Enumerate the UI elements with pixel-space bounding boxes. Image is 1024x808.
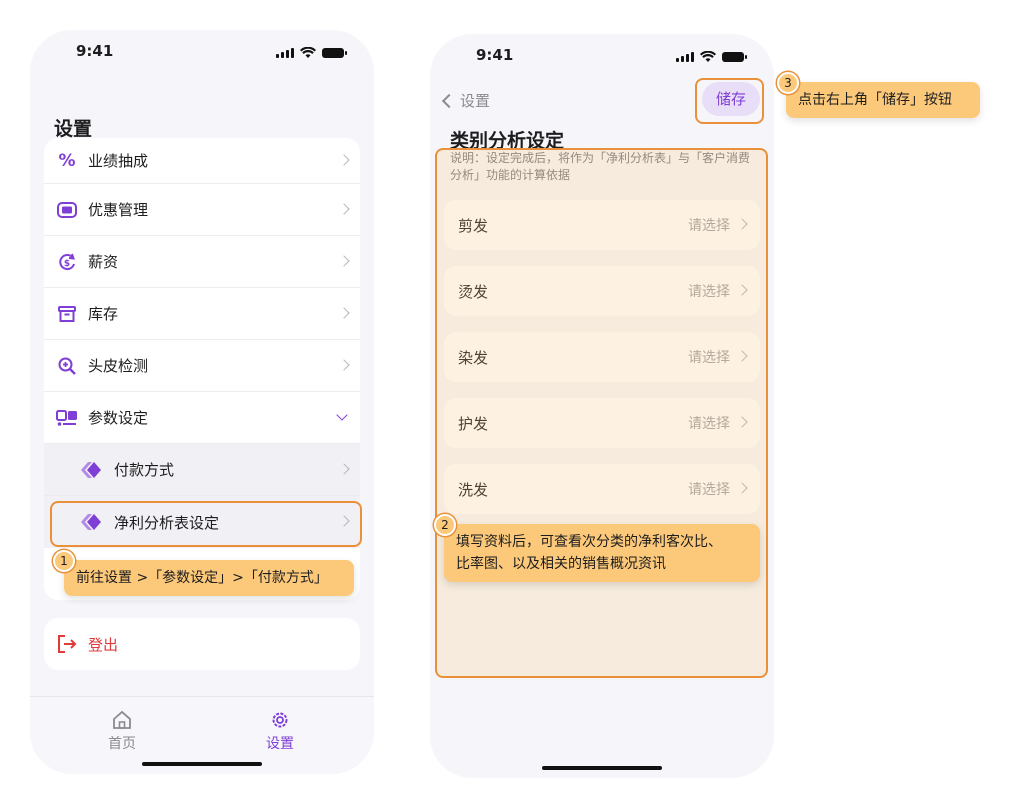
gear-icon xyxy=(272,712,288,728)
home-icon xyxy=(113,710,131,729)
menu-item-label: 参数设定 xyxy=(88,409,149,427)
wifi-icon xyxy=(300,47,316,58)
annotation-text: 点击右上角「储存」按钮 xyxy=(798,92,952,108)
submenu-item-payment-method[interactable]: 付款方式 xyxy=(44,444,360,496)
battery-icon xyxy=(322,48,347,58)
annotation-text-line2: 比率图、以及相关的销售概况资讯 xyxy=(456,556,666,572)
chevron-right-icon xyxy=(338,358,350,371)
annotation-callout-3: 点击右上角「储存」按钮 xyxy=(786,82,980,118)
status-time: 9:41 xyxy=(76,42,114,60)
annotation-callout-1: 前往设置 >「参数设定」>「付款方式」 xyxy=(64,560,354,596)
status-bar: 9:41 xyxy=(30,42,374,64)
logout-button[interactable]: 登出 xyxy=(44,618,360,670)
coupon-icon xyxy=(56,199,78,221)
tab-label: 设置 xyxy=(266,736,294,752)
cellular-signal-icon xyxy=(276,48,294,58)
diamond-stack-icon xyxy=(80,459,102,481)
battery-icon xyxy=(722,52,747,62)
tab-bar: 首页 设置 xyxy=(30,696,374,774)
status-time: 9:41 xyxy=(476,46,514,64)
inventory-box-icon xyxy=(56,303,78,325)
tab-settings[interactable]: 设置 xyxy=(240,709,320,753)
menu-item-label: 头皮检测 xyxy=(88,357,149,375)
back-button[interactable]: 设置 xyxy=(440,90,490,111)
menu-item-label: 库存 xyxy=(88,305,119,323)
annotation-text: 前往设置 >「参数设定」>「付款方式」 xyxy=(76,570,328,586)
annotation-text-line1: 填写资料后，可查看次分类的净利客次比、 xyxy=(456,534,722,550)
chevron-right-icon xyxy=(338,202,350,215)
annotation-number-1: 1 xyxy=(53,550,75,572)
chevron-left-icon xyxy=(441,93,457,108)
tab-label: 首页 xyxy=(108,736,136,752)
status-bar: 9:41 xyxy=(430,46,774,68)
salary-icon: $ xyxy=(56,251,78,273)
highlight-net-profit-settings xyxy=(50,501,362,547)
annotation-number-3: 3 xyxy=(777,72,799,94)
percent-icon: % xyxy=(58,150,76,171)
menu-item-salary[interactable]: $ 薪资 xyxy=(44,236,360,288)
back-label: 设置 xyxy=(460,92,491,110)
chevron-right-icon xyxy=(338,153,350,166)
home-indicator xyxy=(142,762,262,766)
highlight-category-fields xyxy=(435,148,768,678)
menu-item-scalp-detection[interactable]: 头皮检测 xyxy=(44,340,360,392)
chevron-right-icon xyxy=(338,254,350,267)
highlight-save-button xyxy=(695,78,764,124)
chevron-down-icon xyxy=(336,408,348,421)
menu-item-label: 优惠管理 xyxy=(88,201,149,219)
chevron-right-icon xyxy=(338,306,350,319)
annotation-number-2: 2 xyxy=(434,514,456,536)
page-title: 设置 xyxy=(54,118,93,140)
wifi-icon xyxy=(700,51,716,62)
home-indicator xyxy=(542,766,662,770)
cellular-signal-icon xyxy=(676,52,694,62)
menu-item-discount[interactable]: 优惠管理 xyxy=(44,184,360,236)
menu-item-label: 业绩抽成 xyxy=(88,152,149,170)
svg-text:$: $ xyxy=(64,259,70,269)
logout-icon xyxy=(58,635,77,653)
submenu-item-label: 付款方式 xyxy=(114,461,175,479)
menu-item-commission[interactable]: % 业绩抽成 xyxy=(44,138,360,184)
settings-screen: 9:41 设置 % 业绩抽成 优惠管理 $ 薪资 库存 头皮检测 参数设定 付款… xyxy=(30,30,374,774)
menu-item-inventory[interactable]: 库存 xyxy=(44,288,360,340)
annotation-callout-2: 填写资料后，可查看次分类的净利客次比、 比率图、以及相关的销售概况资讯 xyxy=(444,524,760,582)
parameter-settings-icon xyxy=(56,407,78,429)
logout-label: 登出 xyxy=(88,635,119,654)
scalp-detection-icon xyxy=(56,355,78,377)
chevron-right-icon xyxy=(338,462,350,475)
tab-home[interactable]: 首页 xyxy=(82,709,162,753)
menu-item-label: 薪资 xyxy=(88,253,119,271)
menu-item-parameter-settings[interactable]: 参数设定 xyxy=(44,392,360,444)
